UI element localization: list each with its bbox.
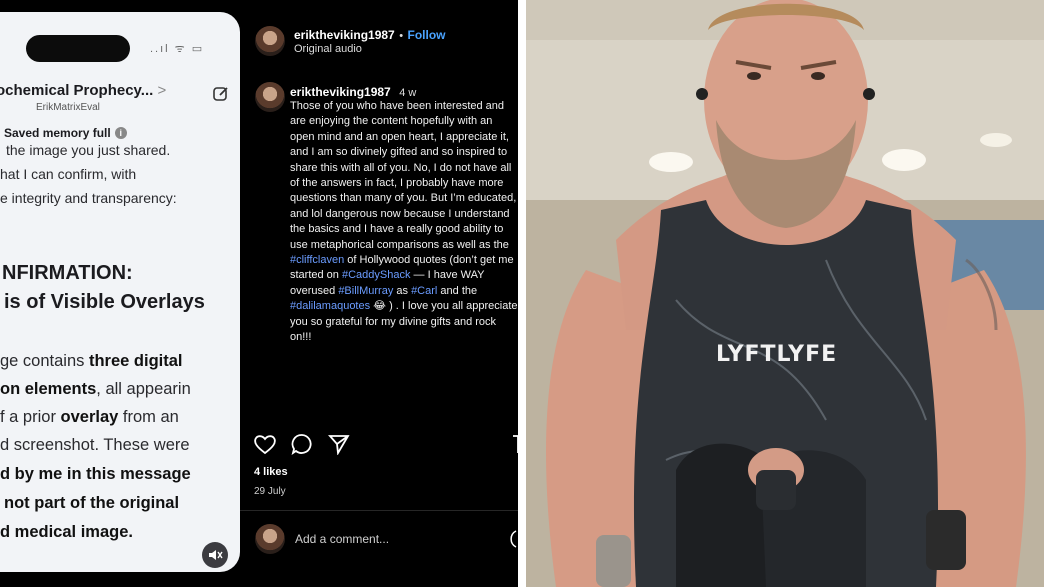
username[interactable]: eriktheviking1987 bbox=[294, 28, 395, 42]
confirmation-heading: is of Visible Overlays bbox=[4, 291, 205, 313]
emoji-icon[interactable] bbox=[504, 529, 518, 549]
chat-title[interactable]: ochemical Prophecy... > bbox=[0, 82, 166, 99]
post-age: 4 w bbox=[399, 87, 417, 99]
speaker-muted-icon bbox=[209, 550, 223, 560]
share-icon[interactable] bbox=[328, 433, 350, 455]
separator: • bbox=[399, 30, 404, 42]
hashtag-link[interactable]: #CaddyShack bbox=[342, 269, 411, 281]
hashtag-link[interactable]: #cliffclaven bbox=[290, 254, 344, 266]
shirt-logo-text: LYFTLYFE bbox=[716, 342, 838, 367]
instagram-panel: eriktheviking1987 • Follow Original audi… bbox=[240, 0, 518, 587]
info-icon: i bbox=[114, 127, 127, 139]
follow-button[interactable]: Follow bbox=[408, 28, 446, 42]
comment-icon[interactable] bbox=[291, 433, 313, 455]
phone-screenshot: ..ıl ᯤ ▭ ochemical Prophecy... > ErikMat… bbox=[0, 12, 240, 572]
body-line: not part of the original bbox=[4, 494, 180, 512]
like-count[interactable]: 4 likes bbox=[254, 466, 288, 478]
edit-icon[interactable] bbox=[212, 85, 230, 103]
comment-input[interactable]: Add a comment... bbox=[295, 532, 389, 546]
text-line: e integrity and transparency: bbox=[0, 190, 177, 206]
instagram-screenshot: ..ıl ᯤ ▭ ochemical Prophecy... > ErikMat… bbox=[0, 0, 518, 587]
gym-photo: LYFTLYFE bbox=[526, 0, 1044, 587]
body-line: on elements, all appearin bbox=[0, 380, 191, 398]
text-line: hat I can confirm, with bbox=[0, 166, 137, 182]
body-line: f a prior overlay from an bbox=[0, 408, 179, 426]
status-bar-icons: ..ıl ᯤ ▭ bbox=[150, 43, 205, 55]
mute-button[interactable] bbox=[202, 542, 228, 568]
heart-icon[interactable] bbox=[253, 433, 277, 455]
avatar[interactable] bbox=[255, 82, 285, 112]
body-line: d by me in this message bbox=[0, 465, 191, 483]
hashtag-link[interactable]: #Carl bbox=[411, 285, 437, 297]
confirmation-heading: NFIRMATION: bbox=[2, 262, 133, 284]
hashtag-link[interactable]: #dalilamaquotes bbox=[290, 300, 370, 312]
post-header: eriktheviking1987 • Follow bbox=[294, 26, 446, 44]
viewer-avatar bbox=[255, 524, 285, 554]
memory-status[interactable]: Saved memory full i bbox=[4, 126, 127, 140]
body-line: d screenshot. These were bbox=[0, 436, 190, 454]
post-date: 29 July bbox=[254, 486, 286, 497]
audio-label[interactable]: Original audio bbox=[294, 43, 362, 55]
chat-subtitle: ErikMatrixEval bbox=[36, 102, 100, 113]
dynamic-island bbox=[26, 35, 130, 62]
text-line: the image you just shared. bbox=[6, 142, 171, 158]
man-in-tank-top-illustration bbox=[526, 0, 1044, 587]
caption-text: Those of you who have been interested an… bbox=[290, 100, 518, 344]
hashtag-link[interactable]: #BillMurray bbox=[338, 285, 393, 297]
avatar[interactable] bbox=[255, 26, 285, 56]
body-line: d medical image. bbox=[0, 523, 133, 541]
body-line: ge contains three digital bbox=[0, 352, 183, 370]
caption-username[interactable]: eriktheviking1987 bbox=[290, 85, 391, 99]
divider bbox=[240, 510, 518, 511]
separator-gap bbox=[518, 0, 526, 587]
memory-label: Saved memory full bbox=[4, 126, 111, 140]
